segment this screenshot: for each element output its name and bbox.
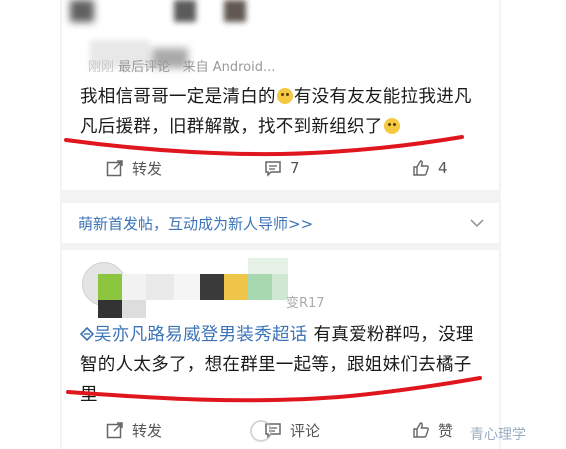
mosaic-block	[248, 274, 272, 300]
post-text-part: 我相信哥哥一定是清白的	[80, 87, 276, 107]
mosaic-block	[224, 274, 248, 300]
mosaic-block	[122, 300, 146, 318]
like-label: 赞	[438, 421, 454, 440]
weibo-post-2[interactable]: 变R17 吴亦凡路易威登男装秀超话 有真爱粉群吗，没理智的人太多了，想在群里一起…	[62, 250, 499, 449]
mosaic-block	[98, 274, 122, 300]
post-source: 来自 Android...	[182, 60, 276, 75]
repost-label: 转发	[132, 159, 163, 178]
last-comment-label: 最后评论	[118, 60, 171, 75]
newbie-banner[interactable]: 萌新首发帖，互动成为新人导师>>	[62, 203, 499, 243]
action-bar: 转发 评论 赞	[62, 410, 499, 449]
post-text: 我相信哥哥一定是清白的 有没有友友能拉我进凡凡后援群，旧群解散，找不到新组织了	[80, 82, 487, 142]
mosaic-block	[174, 274, 200, 300]
comment-icon	[265, 161, 281, 177]
comment-count: 7	[290, 159, 300, 177]
mosaic-block	[122, 274, 146, 300]
like-icon	[413, 160, 429, 176]
repost-icon	[106, 422, 123, 439]
mosaic-block	[224, 0, 246, 22]
repost-label: 转发	[132, 421, 163, 440]
like-icon	[413, 422, 429, 438]
mosaic-block	[98, 300, 122, 318]
like-button[interactable]: 赞	[412, 420, 453, 441]
watermark-text: 青心理学	[470, 427, 526, 443]
mosaic-block	[248, 258, 288, 274]
like-button[interactable]: 4	[412, 159, 448, 177]
post-text: 吴亦凡路易威登男装秀超话 有真爱粉群吗，没理智的人太多了，想在群里一起等，跟姐妹…	[79, 320, 487, 410]
screenshot-page: 刚刚 最后评论 来自 Android... 我相信哥哥一定是清白的 有没有友友能拉…	[0, 0, 566, 449]
super-topic-link[interactable]: 吴亦凡路易威登男装秀超话	[94, 325, 308, 345]
weibo-post-1[interactable]: 刚刚 最后评论 来自 Android... 我相信哥哥一定是清白的 有没有友友能拉…	[62, 0, 499, 190]
crying-emoji-icon	[383, 118, 400, 134]
repost-icon	[106, 160, 123, 177]
comment-button[interactable]: 7	[264, 159, 300, 177]
post-meta: 变R17	[286, 296, 325, 311]
banner-text[interactable]: 萌新首发帖，互动成为新人导师>>	[78, 213, 313, 234]
watermark-logo-icon	[250, 420, 272, 442]
repost-button[interactable]: 转发	[106, 158, 162, 179]
comment-button[interactable]: 评论	[264, 420, 320, 441]
post-meta: 刚刚 最后评论 来自 Android...	[88, 56, 275, 75]
mosaic-block	[146, 274, 174, 300]
mosaic-block	[200, 274, 224, 300]
action-bar: 转发 7 4	[62, 148, 499, 188]
mosaic-block	[174, 0, 196, 22]
post-time: 刚刚	[88, 60, 115, 75]
repost-button[interactable]: 转发	[106, 420, 162, 441]
like-count: 4	[438, 159, 448, 177]
topic-diamond-icon	[79, 326, 95, 342]
crying-emoji-icon	[276, 88, 293, 104]
chevron-down-icon[interactable]	[467, 213, 487, 233]
mosaic-block	[70, 0, 94, 22]
comment-label: 评论	[290, 421, 321, 440]
